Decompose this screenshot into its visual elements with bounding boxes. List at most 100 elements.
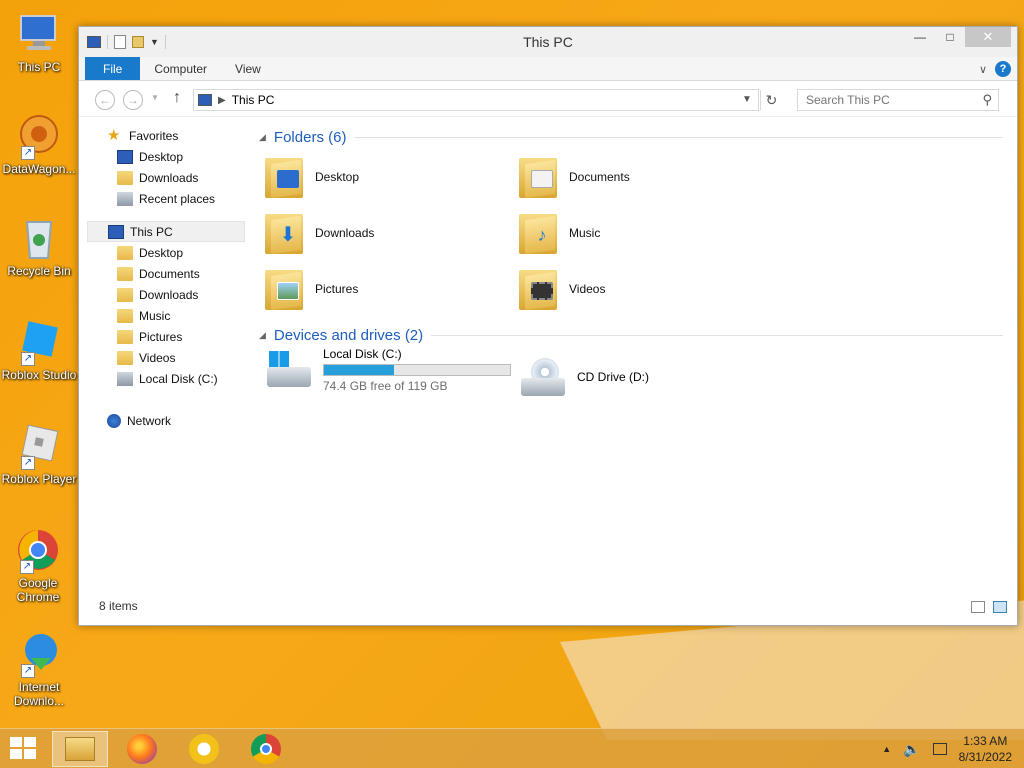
breadcrumb-this-pc[interactable]: This PC: [232, 93, 275, 107]
search-icon[interactable]: ⚲: [982, 92, 992, 108]
star-icon: ★: [107, 126, 121, 144]
minimize-button[interactable]: —: [905, 27, 935, 47]
drive-free-space: 74.4 GB free of 119 GB: [323, 379, 448, 393]
desktop-icon: [117, 149, 133, 164]
nav-label: Downloads: [139, 287, 199, 302]
up-button[interactable]: ↑: [173, 89, 181, 107]
nav-this-pc-videos[interactable]: Videos: [87, 347, 245, 368]
address-dropdown-icon[interactable]: ▼: [736, 90, 758, 110]
desktop-icon-roblox-player[interactable]: ↗ Roblox Player: [0, 422, 78, 486]
divider: [431, 334, 1003, 336]
close-button[interactable]: ✕: [965, 27, 1011, 47]
folder-icon: [117, 350, 133, 365]
taskbar-chrome[interactable]: [238, 731, 294, 767]
download-manager-icon: ↗: [15, 630, 63, 678]
network-status-icon[interactable]: [932, 743, 947, 755]
nav-this-pc-desktop[interactable]: Desktop: [87, 242, 245, 263]
recent-locations-icon[interactable]: ▼: [151, 93, 159, 102]
system-tray: ▲ 🔈 1:33 AM 8/31/2022: [882, 733, 1012, 765]
nav-label: Music: [139, 308, 171, 323]
taskbar-chromium[interactable]: [176, 731, 232, 767]
shortcut-arrow-icon: ↗: [20, 560, 34, 574]
file-explorer-icon: [65, 737, 95, 761]
taskbar: ▲ 🔈 1:33 AM 8/31/2022: [0, 728, 1024, 768]
nav-favorites[interactable]: ★ Favorites: [87, 125, 245, 146]
nav-favorites-desktop[interactable]: Desktop: [87, 146, 245, 167]
clock[interactable]: 1:33 AM 8/31/2022: [959, 733, 1012, 765]
desktop-icon-recycle-bin[interactable]: Recycle Bin: [0, 214, 78, 278]
drive-name: CD Drive (D:): [577, 370, 649, 384]
nav-this-pc-music[interactable]: Music: [87, 305, 245, 326]
nav-this-pc[interactable]: This PC: [87, 221, 245, 242]
collapse-arrow-icon[interactable]: ◢: [259, 330, 266, 341]
start-button[interactable]: [10, 737, 38, 761]
view-buttons: [971, 601, 1007, 613]
drive-icon: [117, 371, 133, 386]
collapse-arrow-icon[interactable]: ◢: [259, 132, 266, 143]
taskbar-firefox[interactable]: [114, 731, 170, 767]
nav-this-pc-pictures[interactable]: Pictures: [87, 326, 245, 347]
search-input[interactable]: [798, 90, 968, 110]
nav-this-pc-downloads[interactable]: Downloads: [87, 284, 245, 305]
nav-this-pc-documents[interactable]: Documents: [87, 263, 245, 284]
folder-icon: [117, 308, 133, 323]
desktop-icon-chrome[interactable]: ↗ Google Chrome: [0, 526, 76, 604]
chrome-icon: ↗: [14, 526, 62, 574]
tab-view[interactable]: View: [221, 57, 275, 80]
folder-tile-documents[interactable]: Documents: [519, 149, 773, 205]
expand-ribbon-icon[interactable]: ∨: [979, 63, 987, 76]
network-icon: [107, 413, 121, 428]
breadcrumb-separator-icon[interactable]: ▶: [218, 95, 226, 106]
shortcut-arrow-icon: ↗: [21, 146, 35, 160]
show-hidden-icons-icon[interactable]: ▲: [882, 744, 891, 754]
drive-tile-cd[interactable]: CD Drive (D:): [519, 347, 773, 407]
folder-tile-videos[interactable]: Videos: [519, 261, 773, 317]
recycle-bin-icon: [15, 214, 63, 262]
desktop-icon-label: Google Chrome: [16, 576, 60, 604]
folder-label: Music: [569, 226, 601, 240]
drive-usage-fill: [324, 365, 394, 375]
window-controls: — □ ✕: [905, 27, 1011, 47]
tab-computer[interactable]: Computer: [140, 57, 221, 80]
search-box[interactable]: ⚲: [797, 89, 999, 111]
forward-button[interactable]: →: [123, 90, 143, 110]
details-view-icon[interactable]: [971, 601, 985, 613]
desktop-icon-idm[interactable]: ↗ Internet Downlo...: [0, 630, 78, 708]
folders-group-header[interactable]: ◢ Folders (6): [259, 125, 1003, 149]
tab-file[interactable]: File: [85, 57, 141, 80]
navigation-bar: ← → ▼ ↑ ▶ This PC ▼ ↻ ⚲: [79, 81, 1017, 117]
help-icon[interactable]: ?: [995, 61, 1011, 77]
address-bar[interactable]: ▶ This PC ▼ ↻: [193, 89, 777, 111]
desktop-icon-label: Roblox Player: [1, 472, 77, 486]
large-icons-view-icon[interactable]: [993, 601, 1007, 613]
taskbar-file-explorer[interactable]: [52, 731, 108, 767]
drive-tile-local-disk[interactable]: Local Disk (C:) 74.4 GB free of 119 GB: [265, 347, 519, 407]
drive-name: Local Disk (C:): [323, 347, 402, 361]
desktop-icon-this-pc[interactable]: This PC: [0, 10, 78, 74]
folder-icon: [117, 329, 133, 344]
volume-muted-icon[interactable]: 🔈: [903, 741, 920, 758]
chromium-icon: [189, 734, 219, 764]
maximize-button[interactable]: □: [935, 27, 965, 47]
roblox-studio-icon: ↗: [15, 318, 63, 366]
folder-icon: [117, 266, 133, 281]
nav-favorites-recent[interactable]: Recent places: [87, 188, 245, 209]
nav-network[interactable]: Network: [87, 410, 245, 431]
nav-label: Recent places: [139, 191, 216, 206]
title-bar[interactable]: ▼ This PC — □ ✕: [79, 27, 1017, 57]
desktop-icon-roblox-studio[interactable]: ↗ Roblox Studio: [0, 318, 78, 382]
nav-favorites-downloads[interactable]: Downloads: [87, 167, 245, 188]
devices-group-header[interactable]: ◢ Devices and drives (2): [259, 323, 1003, 347]
folder-tile-desktop[interactable]: Desktop: [265, 149, 519, 205]
desktop-icon-datawagon[interactable]: ↗ DataWagon...: [0, 112, 78, 176]
back-button[interactable]: ←: [95, 90, 115, 110]
computer-icon: [198, 94, 212, 106]
folder-tile-pictures[interactable]: Pictures: [265, 261, 519, 317]
nav-this-pc-local-disk[interactable]: Local Disk (C:): [87, 368, 245, 389]
folder-tile-music[interactable]: ♪ Music: [519, 205, 773, 261]
group-title: Devices and drives (2): [273, 326, 424, 344]
folder-tile-downloads[interactable]: ⬇ Downloads: [265, 205, 519, 261]
divider: [354, 136, 1003, 138]
group-title: Folders (6): [273, 128, 347, 146]
refresh-icon[interactable]: ↻: [760, 90, 782, 110]
